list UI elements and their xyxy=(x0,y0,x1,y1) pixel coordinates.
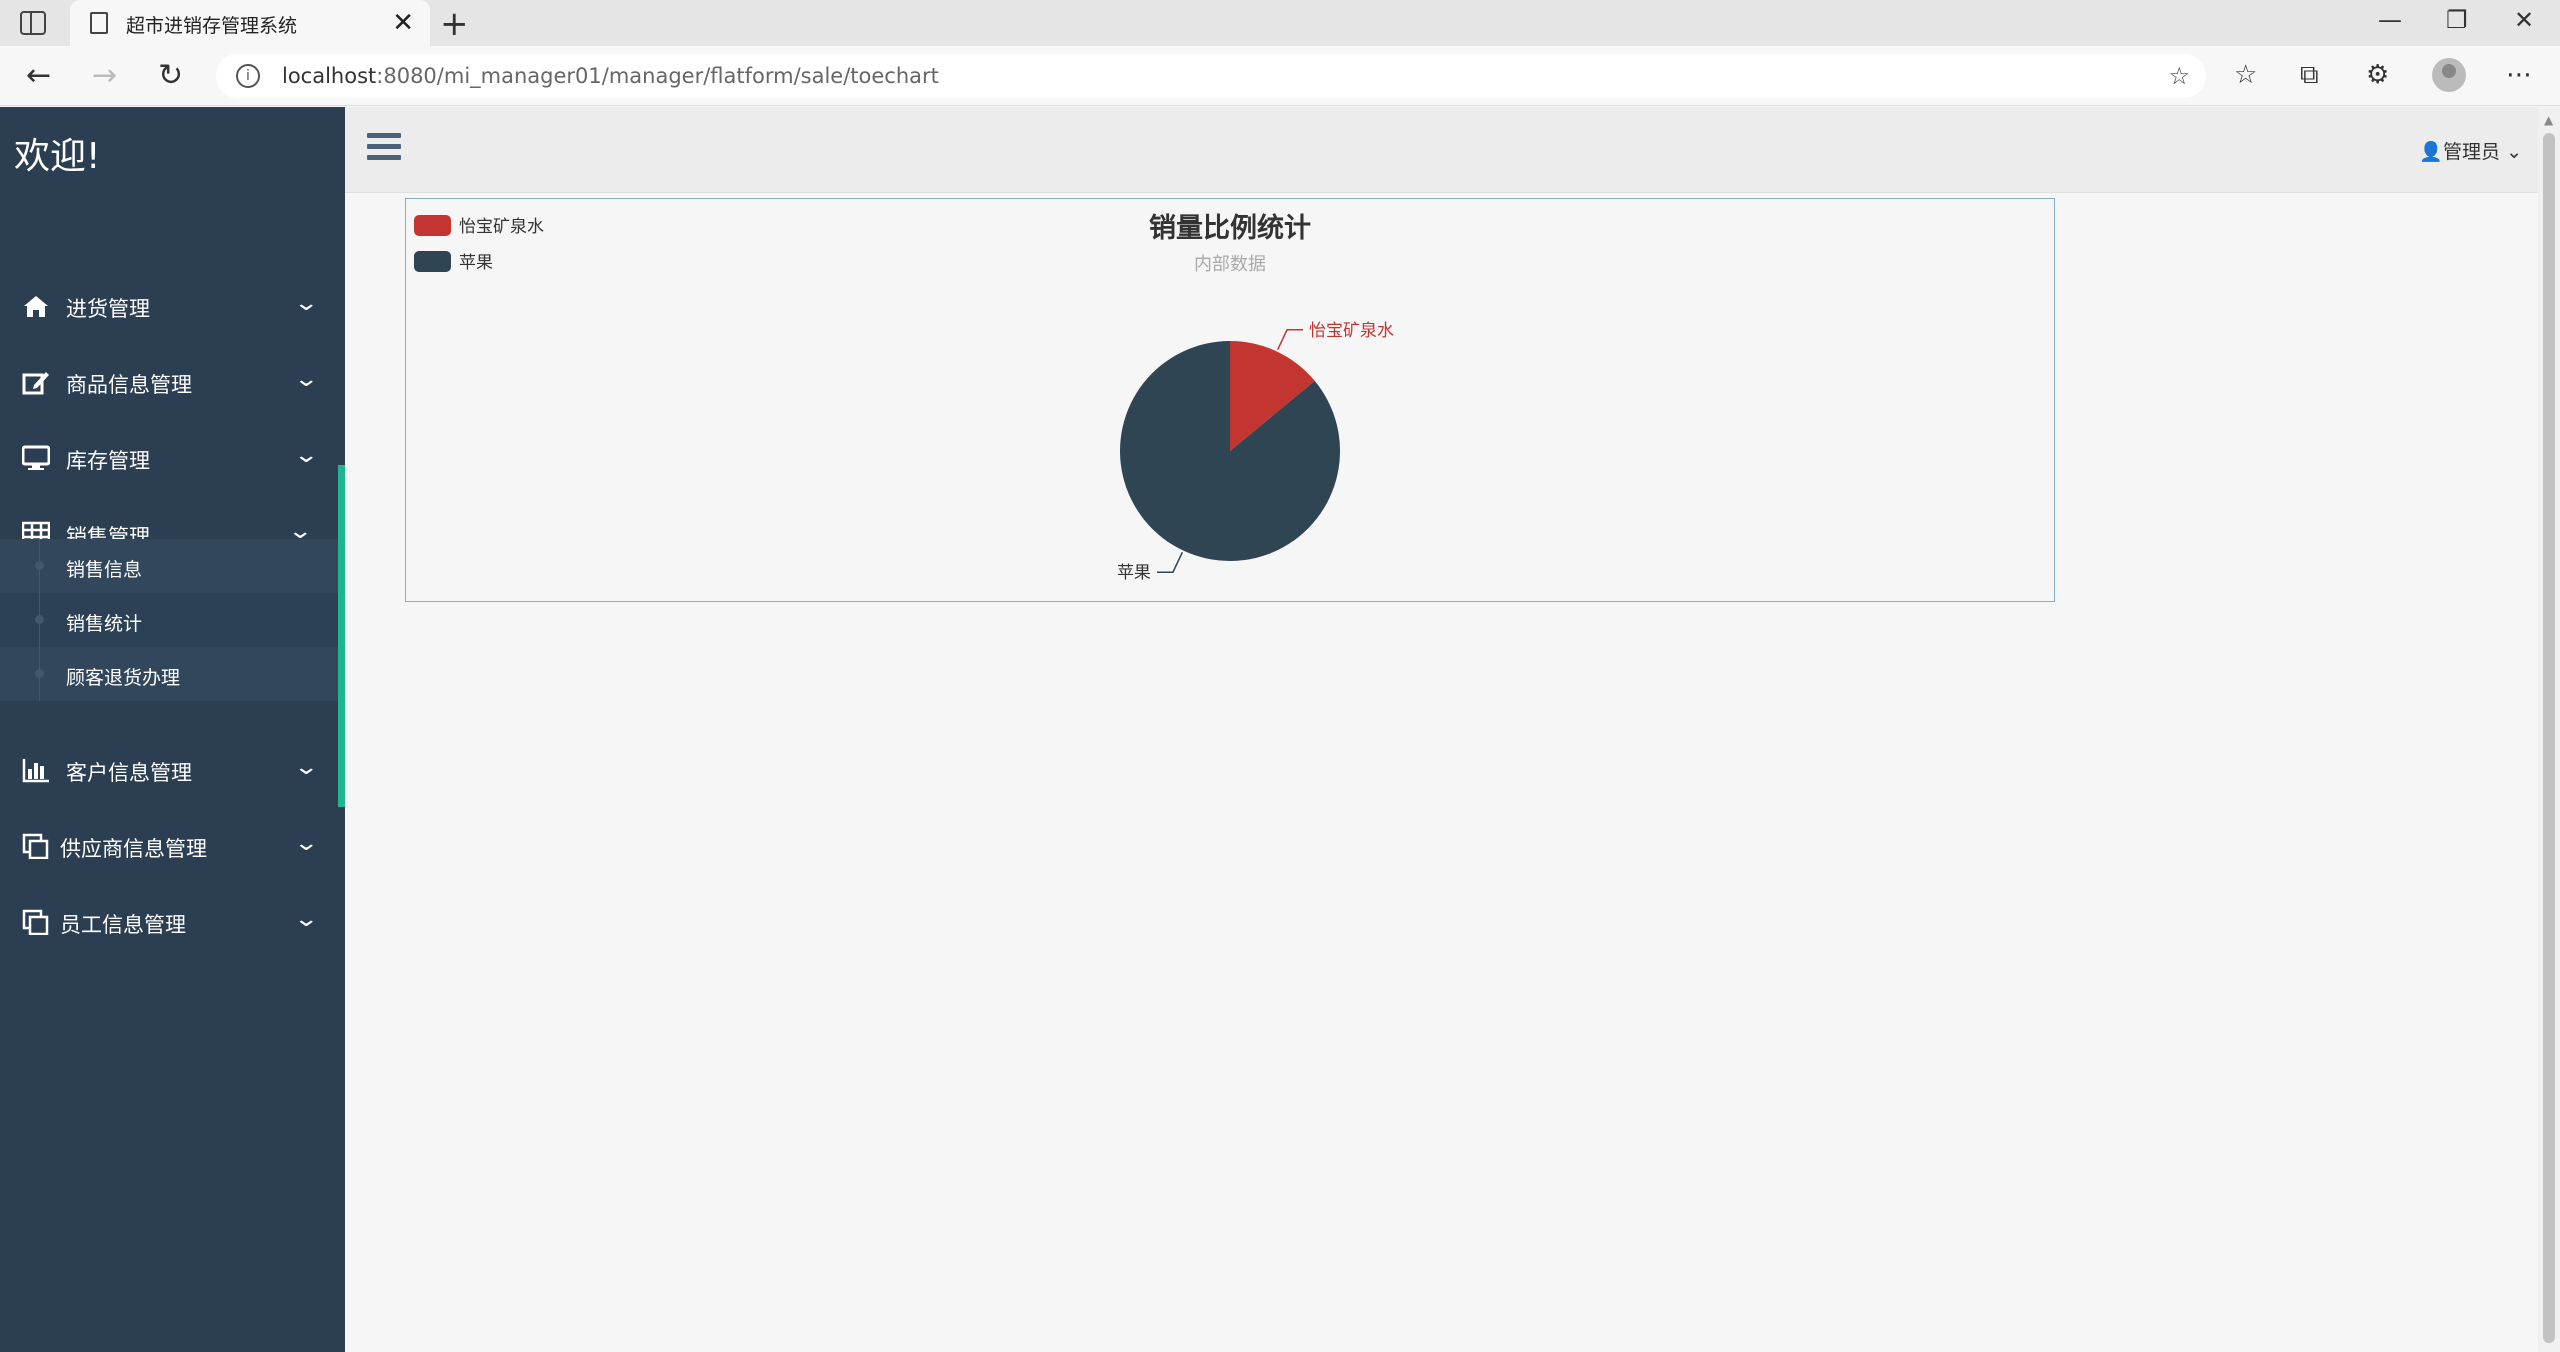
sidebar-item-product-info[interactable]: 商品信息管理 ⌄ xyxy=(0,347,345,419)
add-favorite-icon[interactable]: ☆ xyxy=(2168,62,2190,90)
sidebar-item-supplier-info[interactable]: 供应商信息管理 ⌄ xyxy=(0,811,345,883)
scroll-up-icon[interactable]: ▲ xyxy=(2544,113,2553,127)
tab-title: 超市进销存管理系统 xyxy=(126,15,298,37)
legend-label[interactable]: 怡宝矿泉水 xyxy=(459,217,544,237)
home-icon xyxy=(24,296,48,317)
chart-legend: 怡宝矿泉水苹果 xyxy=(414,215,544,273)
minimize-icon[interactable]: — xyxy=(2378,6,2402,34)
refresh-icon[interactable]: ↻ xyxy=(158,58,183,93)
extensions-icon[interactable]: ⚙ xyxy=(2366,60,2389,90)
url-text: localhost:8080/mi_manager01/manager/flat… xyxy=(282,64,939,88)
menu-toggle-icon[interactable] xyxy=(367,133,401,161)
sidebar-item-purchase[interactable]: 进货管理 ⌄ xyxy=(0,271,345,343)
chevron-down-icon: ⌄ xyxy=(292,831,319,856)
forward-icon[interactable]: → xyxy=(92,58,117,93)
legend-label[interactable]: 苹果 xyxy=(459,253,493,273)
sidebar-item-employee-info[interactable]: 员工信息管理 ⌄ xyxy=(0,887,345,959)
pie-slices xyxy=(1120,341,1340,561)
sidebar-item-label: 客户信息管理 xyxy=(66,761,192,785)
tab-actions-icon[interactable] xyxy=(20,11,46,35)
chevron-down-icon: ⌄ xyxy=(292,443,319,468)
label-leader-line xyxy=(1156,552,1183,573)
sales-pie-chart: 销量比例统计 内部数据 怡宝矿泉水 苹果 怡宝矿泉水 苹果 xyxy=(405,198,2055,602)
restore-icon[interactable]: ❐ xyxy=(2446,6,2468,34)
submenu-item-sales-stats[interactable]: 销售统计 xyxy=(0,593,338,647)
chevron-down-icon: ⌄ xyxy=(292,755,319,780)
label-leader-line xyxy=(1277,329,1304,350)
chevron-down-icon: ⌄ xyxy=(292,907,319,932)
sidebar-item-label: 商品信息管理 xyxy=(66,373,192,397)
sales-submenu: 销售信息 销售统计 顾客退货办理 xyxy=(0,539,338,701)
slice-label: 苹果 xyxy=(1117,563,1151,583)
chevron-down-icon: ⌄ xyxy=(292,367,319,392)
address-bar: ← → ↻ i localhost:8080/mi_manager01/mana… xyxy=(0,46,2560,106)
new-tab-button[interactable]: + xyxy=(440,4,469,44)
page-icon xyxy=(90,12,108,34)
url-field[interactable]: i localhost:8080/mi_manager01/manager/fl… xyxy=(216,54,2206,98)
sidebar-item-label: 员工信息管理 xyxy=(60,913,186,937)
sidebar-item-inventory[interactable]: 库存管理 ⌄ xyxy=(0,423,345,495)
copy-icon xyxy=(22,909,49,935)
welcome-text: 欢迎! xyxy=(14,136,101,177)
browser-tab[interactable]: 超市进销存管理系统 ✕ xyxy=(70,0,430,46)
close-tab-icon[interactable]: ✕ xyxy=(392,8,414,38)
submenu-item-label: 销售信息 xyxy=(66,559,143,581)
monitor-icon xyxy=(22,445,50,470)
sidebar-item-label: 库存管理 xyxy=(66,449,150,473)
user-menu[interactable]: 👤管理员 ⌄ xyxy=(2419,137,2522,164)
close-window-icon[interactable]: ✕ xyxy=(2514,6,2534,34)
profile-avatar[interactable] xyxy=(2432,58,2466,92)
pie-chart-canvas: 销量比例统计 内部数据 怡宝矿泉水苹果 怡宝矿泉水苹果 xyxy=(414,212,1394,583)
site-info-icon[interactable]: i xyxy=(236,64,260,88)
user-label: 管理员 xyxy=(2443,141,2501,163)
submenu-item-label: 销售统计 xyxy=(66,613,143,635)
back-icon[interactable]: ← xyxy=(26,58,51,93)
collections-icon[interactable]: ⧉ xyxy=(2300,60,2319,91)
browser-titlebar: 超市进销存管理系统 ✕ + — ❐ ✕ xyxy=(0,0,2560,46)
sidebar: 欢迎! 进货管理 ⌄ 商品信息管理 ⌄ 库存管理 ⌄ 销售管理 ⌄ 销售信息 销… xyxy=(0,107,345,1352)
main-topbar: 👤管理员 ⌄ xyxy=(345,107,2538,193)
submenu-item-label: 顾客退货办理 xyxy=(66,667,181,689)
chart-title: 销量比例统计 xyxy=(1149,212,1311,244)
page-scrollbar[interactable]: ▲ xyxy=(2538,107,2560,1352)
more-menu-icon[interactable]: ⋯ xyxy=(2506,60,2532,90)
bar-chart-icon xyxy=(22,759,49,783)
chart-subtitle: 内部数据 xyxy=(1194,254,1266,275)
user-icon: 👤 xyxy=(2419,141,2444,163)
scroll-thumb[interactable] xyxy=(2543,133,2555,1343)
chevron-down-icon: ⌄ xyxy=(292,291,319,316)
chevron-down-icon: ⌄ xyxy=(2500,141,2522,163)
favorites-icon[interactable]: ☆ xyxy=(2234,60,2257,90)
submenu-guide-line xyxy=(39,539,40,701)
submenu-item-sales-info[interactable]: 销售信息 xyxy=(0,539,338,593)
copy-icon xyxy=(22,833,49,859)
sidebar-item-customer-info[interactable]: 客户信息管理 ⌄ xyxy=(0,735,345,807)
edit-icon xyxy=(22,372,49,395)
legend-swatch[interactable] xyxy=(414,215,451,236)
submenu-item-returns[interactable]: 顾客退货办理 xyxy=(0,647,338,701)
sidebar-item-label: 进货管理 xyxy=(66,297,150,321)
sidebar-item-label: 供应商信息管理 xyxy=(60,837,207,861)
slice-label: 怡宝矿泉水 xyxy=(1309,321,1394,341)
legend-swatch[interactable] xyxy=(414,251,451,272)
